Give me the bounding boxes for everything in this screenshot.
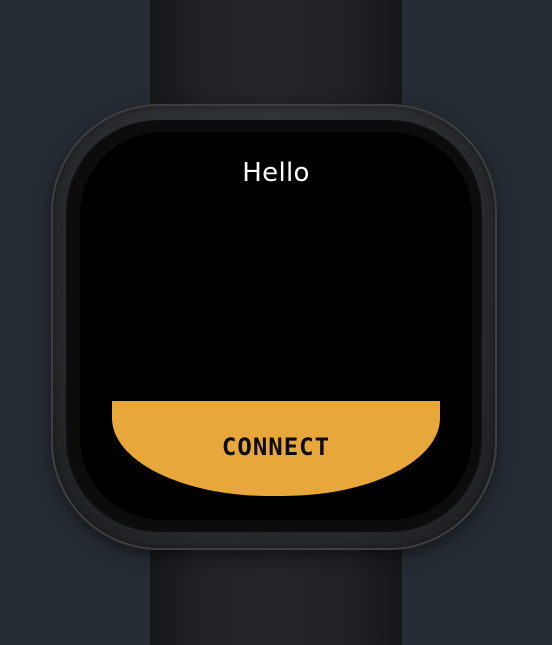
connect-button[interactable]: CONNECT [112, 401, 440, 496]
watch-simulator: { "screen": { "greeting": "Hello", "prim… [0, 0, 552, 645]
connect-button-label: CONNECT [221, 433, 331, 461]
watch-screen: Hello CONNECT [80, 132, 472, 520]
greeting-text: Hello [242, 158, 310, 188]
